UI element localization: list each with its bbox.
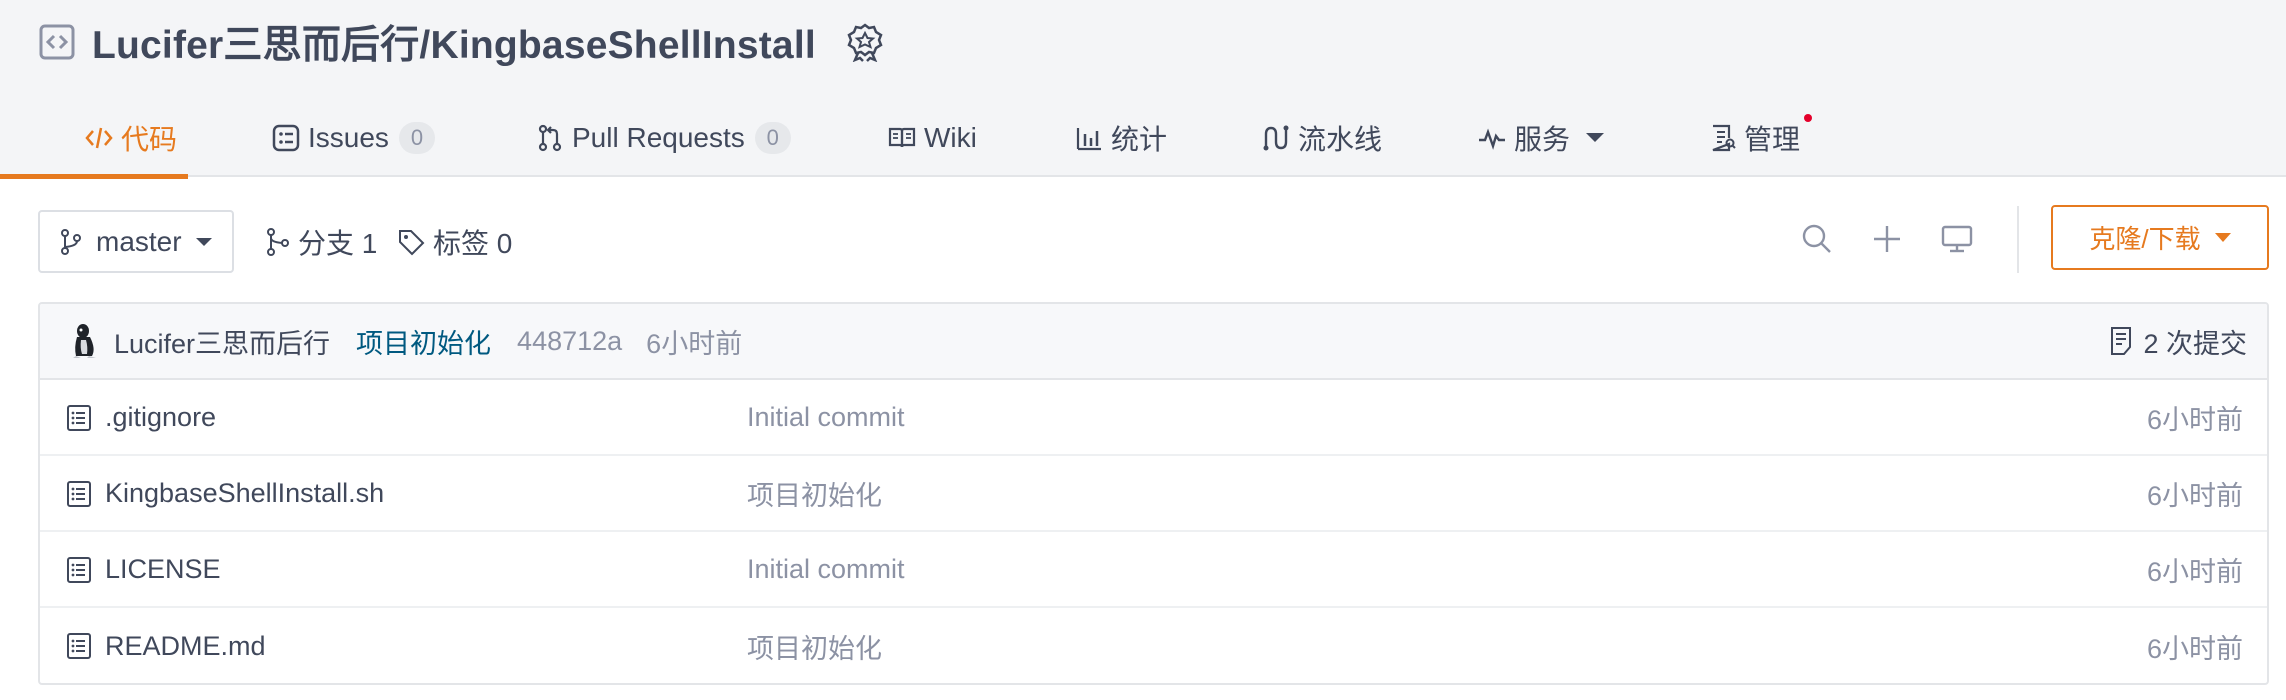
branch-icon (61, 228, 81, 255)
tab-services[interactable]: 服务 (1478, 98, 1605, 177)
repo-header: Lucifer三思而后行/KingbaseShellInstall 代码 Iss… (0, 0, 2286, 179)
file-name[interactable]: .gitignore (105, 402, 216, 433)
file-commit-message[interactable]: 项目初始化 (747, 474, 882, 513)
tags-link[interactable]: 标签 0 (397, 222, 512, 262)
file-time: 6小时前 (2146, 633, 2243, 664)
chevron-down-icon (195, 237, 212, 246)
branch-select[interactable]: master (38, 210, 234, 273)
file-commit-message[interactable]: 项目初始化 (747, 627, 882, 666)
tab-manage-label: 管理 (1744, 123, 1801, 155)
commit-count-label: 2 次提交 (2143, 328, 2247, 359)
branches-link[interactable]: 分支 1 (266, 222, 377, 262)
tags-label: 标签 0 (433, 228, 513, 259)
repo-title[interactable]: Lucifer三思而后行/KingbaseShellInstall (92, 14, 816, 70)
file-time: 6小时前 (2146, 404, 2243, 435)
commit-count-link[interactable]: 2 次提交 (2109, 304, 2247, 378)
file-row[interactable]: .gitignore Initial commit 6小时前 (40, 380, 2267, 456)
file-name[interactable]: README.md (105, 631, 266, 662)
tab-pipeline[interactable]: 流水线 (1262, 98, 1382, 177)
file-time: 6小时前 (2146, 480, 2243, 511)
manage-icon (1712, 124, 1736, 151)
search-icon[interactable] (1798, 220, 1836, 258)
tag-icon (399, 230, 425, 256)
tab-wiki-label: Wiki (924, 121, 977, 153)
file-icon (67, 633, 91, 659)
tab-pull-requests[interactable]: Pull Requests 0 (536, 98, 791, 177)
file-time: 6小时前 (2146, 556, 2243, 587)
file-list: Lucifer三思而后行 项目初始化 448712a 6小时前 2 次提交 .g… (38, 302, 2269, 685)
tab-code-label: 代码 (121, 123, 178, 155)
notification-dot (1804, 114, 1813, 122)
tab-issues[interactable]: Issues 0 (272, 98, 435, 177)
commit-sha[interactable]: 448712a (517, 326, 622, 357)
clone-download-label: 克隆/下载 (2089, 224, 2201, 254)
pull-request-icon (538, 124, 562, 151)
tab-issues-label: Issues (308, 121, 389, 153)
branch-select-value: master (96, 225, 182, 257)
file-commit-message[interactable]: Initial commit (747, 554, 905, 585)
tab-pipeline-label: 流水线 (1298, 123, 1383, 155)
issues-count-badge: 0 (398, 121, 435, 154)
branches-label: 分支 1 (298, 228, 378, 259)
avatar[interactable] (72, 323, 98, 359)
chevron-down-icon (1586, 133, 1605, 142)
pull-requests-count-badge: 0 (754, 121, 791, 154)
bar-chart-icon (1076, 127, 1101, 150)
pipeline-icon (1263, 125, 1289, 150)
file-row[interactable]: LICENSE Initial commit 6小时前 (40, 532, 2267, 608)
file-icon (67, 405, 91, 431)
issues-icon (272, 124, 300, 151)
tab-stats[interactable]: 统计 (1075, 98, 1167, 177)
toolbar-divider (2017, 206, 2019, 273)
file-name[interactable]: LICENSE (105, 554, 221, 585)
tab-code[interactable]: 代码 (0, 98, 188, 179)
chevron-down-icon (2214, 233, 2231, 242)
commit-message[interactable]: 项目初始化 (356, 322, 491, 361)
tab-pull-requests-label: Pull Requests (572, 121, 745, 153)
file-icon (67, 557, 91, 583)
tab-stats-label: 统计 (1111, 123, 1168, 155)
latest-commit-bar: Lucifer三思而后行 项目初始化 448712a 6小时前 2 次提交 (40, 304, 2267, 380)
book-icon (888, 127, 916, 147)
tab-manage[interactable]: 管理 (1708, 98, 1813, 177)
file-icon (67, 481, 91, 507)
commit-time: 6小时前 (646, 328, 743, 359)
monitor-icon[interactable] (1938, 220, 1976, 258)
repo-tabs: 代码 (0, 98, 188, 179)
file-row[interactable]: README.md 项目初始化 6小时前 (40, 608, 2267, 683)
branch-icon (267, 228, 289, 256)
clone-download-button[interactable]: 克隆/下载 (2051, 205, 2269, 270)
tab-services-label: 服务 (1514, 123, 1571, 155)
repo-title-row: Lucifer三思而后行/KingbaseShellInstall (38, 18, 884, 67)
code-box-icon (39, 24, 75, 60)
recommend-medal-icon[interactable] (846, 22, 884, 62)
commit-author[interactable]: Lucifer三思而后行 (114, 322, 330, 361)
file-commit-message[interactable]: Initial commit (747, 402, 905, 433)
commits-icon (2111, 327, 2132, 355)
pulse-icon (1479, 128, 1505, 150)
code-icon (85, 127, 113, 148)
tab-wiki[interactable]: Wiki (888, 98, 977, 177)
file-row[interactable]: KingbaseShellInstall.sh 项目初始化 6小时前 (40, 456, 2267, 532)
add-icon[interactable] (1868, 220, 1906, 258)
file-name[interactable]: KingbaseShellInstall.sh (105, 478, 384, 509)
